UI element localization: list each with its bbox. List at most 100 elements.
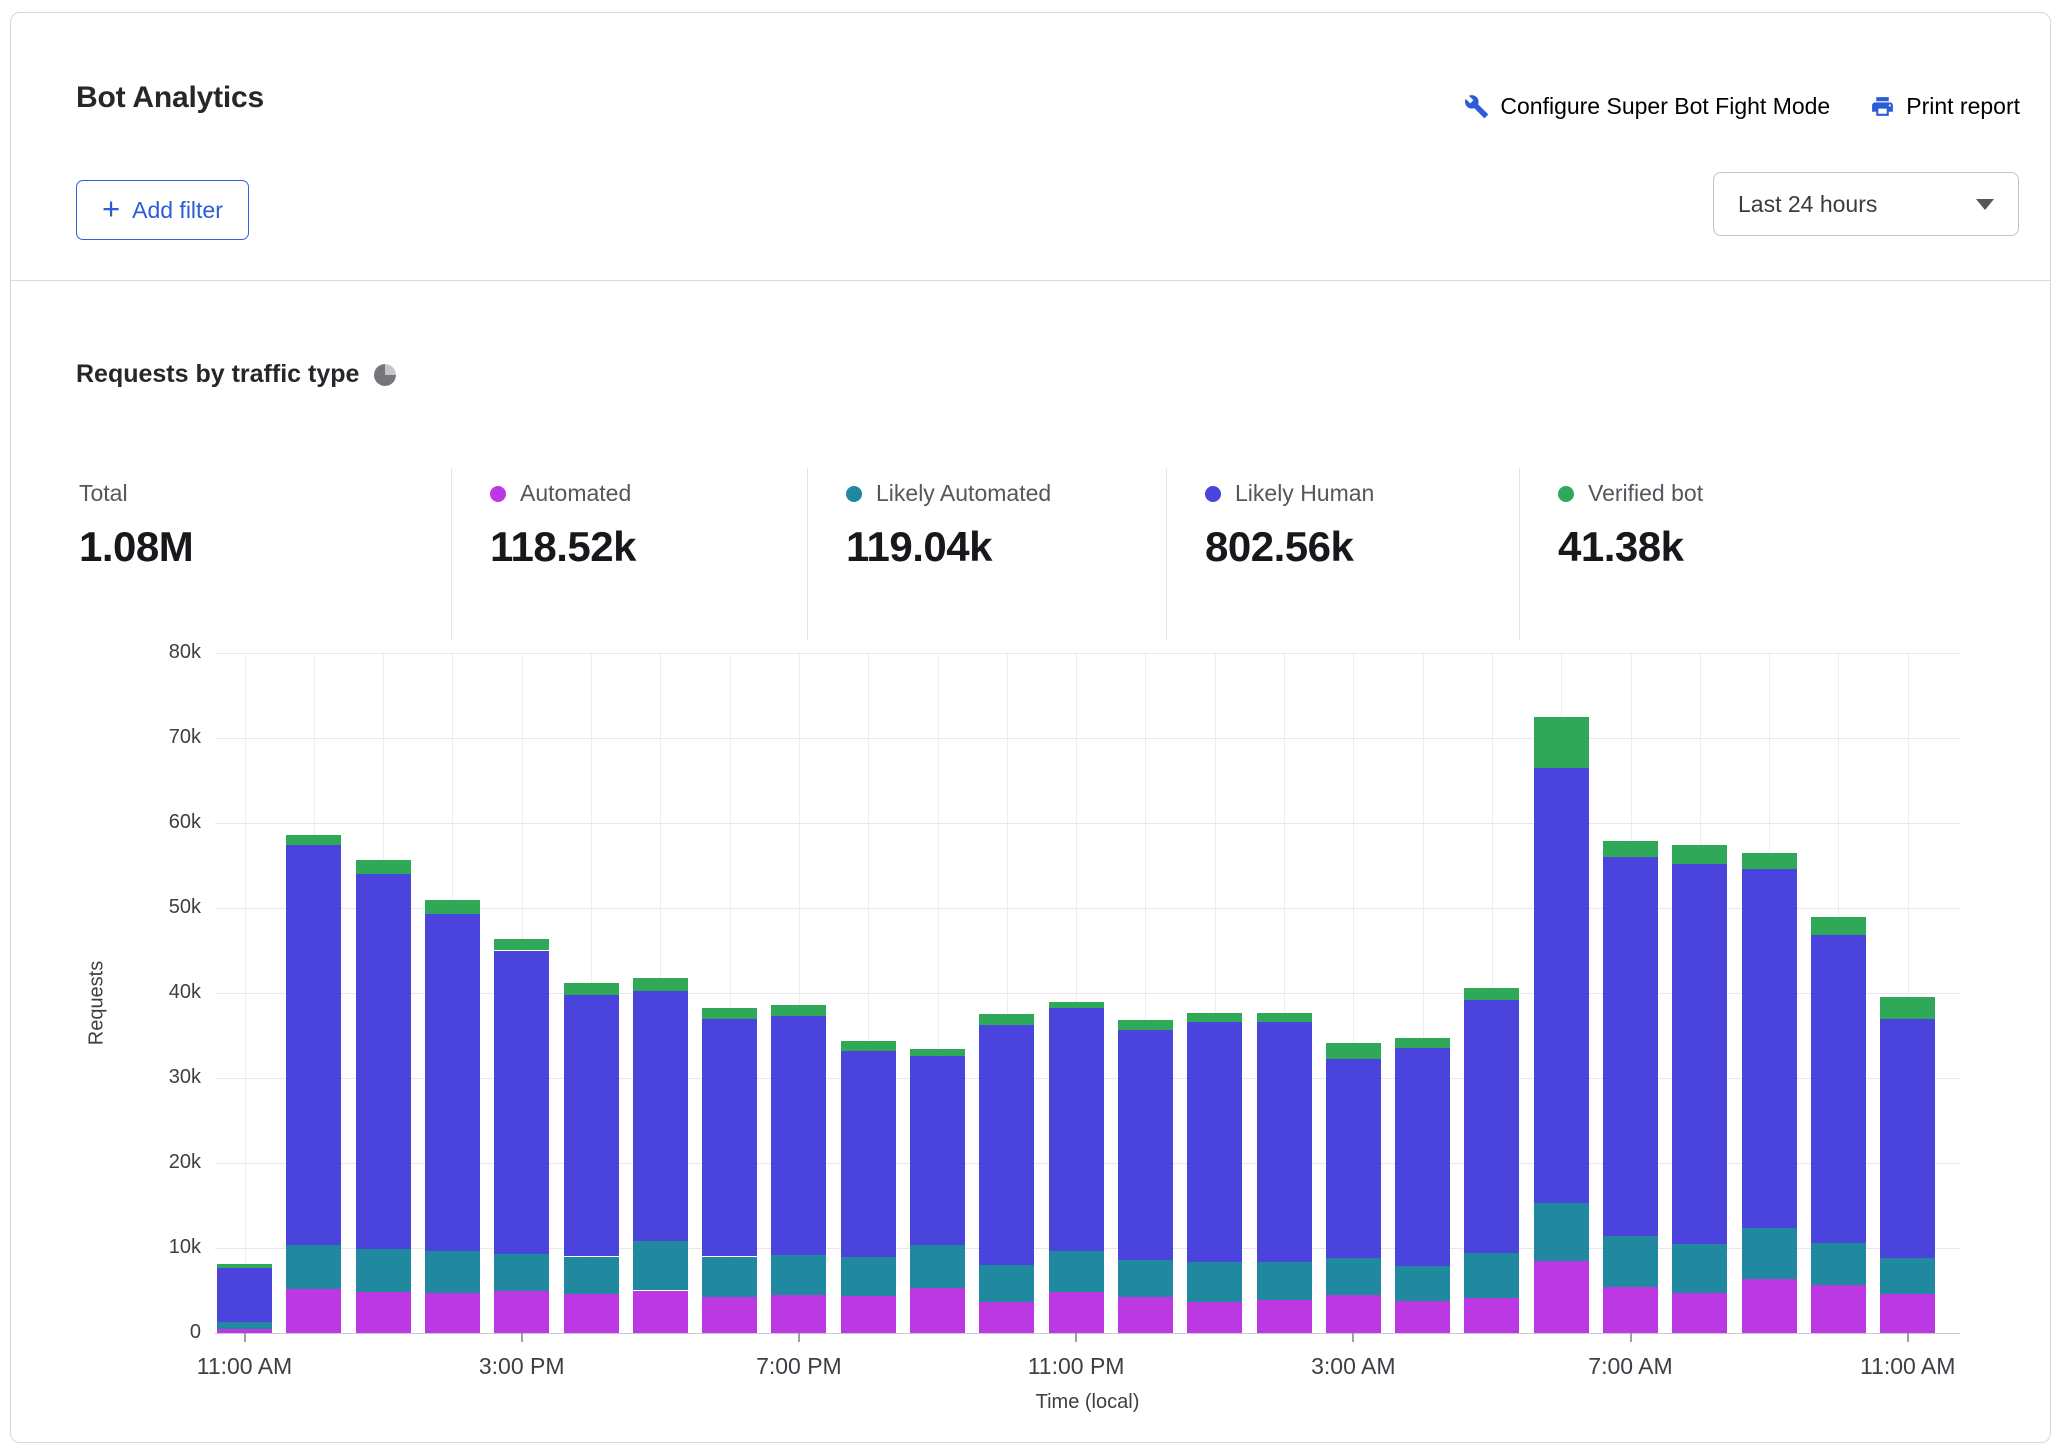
bar-segment-automated[interactable] xyxy=(1742,1279,1797,1333)
bar-segment-verified-bot[interactable] xyxy=(979,1014,1034,1025)
bar-segment-likely-human[interactable] xyxy=(1534,768,1589,1203)
bar-segment-verified-bot[interactable] xyxy=(910,1049,965,1056)
bar-segment-verified-bot[interactable] xyxy=(1049,1002,1104,1009)
bar-segment-likely-automated[interactable] xyxy=(494,1254,549,1291)
bar-segment-likely-automated[interactable] xyxy=(702,1257,757,1298)
bar-segment-likely-human[interactable] xyxy=(1464,1000,1519,1253)
bar-segment-verified-bot[interactable] xyxy=(1326,1043,1381,1059)
bar-segment-likely-automated[interactable] xyxy=(217,1322,272,1329)
bar-segment-automated[interactable] xyxy=(217,1329,272,1333)
bar-segment-likely-automated[interactable] xyxy=(1742,1228,1797,1279)
bar-segment-likely-human[interactable] xyxy=(702,1019,757,1256)
bar-segment-likely-automated[interactable] xyxy=(564,1257,619,1294)
bar-segment-automated[interactable] xyxy=(1257,1300,1312,1333)
bar-segment-automated[interactable] xyxy=(1187,1302,1242,1333)
bar-segment-likely-human[interactable] xyxy=(425,914,480,1251)
bar-segment-verified-bot[interactable] xyxy=(1603,841,1658,857)
bar-segment-likely-automated[interactable] xyxy=(1672,1244,1727,1293)
bar-segment-automated[interactable] xyxy=(1464,1298,1519,1333)
bar-segment-automated[interactable] xyxy=(979,1302,1034,1333)
bar-segment-likely-automated[interactable] xyxy=(841,1257,896,1295)
bar-segment-likely-human[interactable] xyxy=(1811,935,1866,1243)
bar-segment-likely-human[interactable] xyxy=(1257,1022,1312,1262)
bar-segment-likely-automated[interactable] xyxy=(1811,1243,1866,1286)
bar-segment-verified-bot[interactable] xyxy=(1672,845,1727,864)
bar-segment-verified-bot[interactable] xyxy=(702,1008,757,1019)
bar-segment-automated[interactable] xyxy=(494,1291,549,1333)
bar-segment-verified-bot[interactable] xyxy=(1534,717,1589,768)
bar-segment-likely-human[interactable] xyxy=(910,1056,965,1246)
bar-segment-likely-automated[interactable] xyxy=(425,1251,480,1293)
stat-likely-automated[interactable]: Likely Automated119.04k xyxy=(807,468,1166,640)
bar-segment-verified-bot[interactable] xyxy=(1187,1013,1242,1022)
bar-segment-likely-automated[interactable] xyxy=(1257,1262,1312,1300)
bar-segment-verified-bot[interactable] xyxy=(286,835,341,845)
bar-segment-verified-bot[interactable] xyxy=(425,900,480,914)
bar-segment-automated[interactable] xyxy=(1326,1295,1381,1333)
bar-segment-likely-automated[interactable] xyxy=(979,1265,1034,1302)
bar-segment-automated[interactable] xyxy=(425,1293,480,1333)
bar-segment-likely-human[interactable] xyxy=(1742,869,1797,1229)
bar-segment-likely-automated[interactable] xyxy=(1880,1258,1935,1294)
bar-segment-automated[interactable] xyxy=(286,1289,341,1333)
bar-segment-likely-human[interactable] xyxy=(494,951,549,1254)
bar-segment-automated[interactable] xyxy=(841,1296,896,1333)
stat-likely-human[interactable]: Likely Human802.56k xyxy=(1166,468,1519,640)
bar-segment-verified-bot[interactable] xyxy=(494,939,549,950)
bar-segment-likely-automated[interactable] xyxy=(1534,1203,1589,1261)
bar-segment-likely-human[interactable] xyxy=(979,1025,1034,1265)
bar-segment-likely-human[interactable] xyxy=(1880,1019,1935,1258)
bar-segment-likely-human[interactable] xyxy=(633,991,688,1241)
bar-segment-automated[interactable] xyxy=(702,1297,757,1333)
bar-segment-verified-bot[interactable] xyxy=(1118,1020,1173,1030)
bar-segment-likely-automated[interactable] xyxy=(1395,1266,1450,1301)
bar-segment-automated[interactable] xyxy=(910,1288,965,1333)
bar-segment-likely-human[interactable] xyxy=(1395,1048,1450,1266)
bar-segment-likely-human[interactable] xyxy=(1603,857,1658,1236)
bar-segment-verified-bot[interactable] xyxy=(564,983,619,995)
bar-segment-automated[interactable] xyxy=(1811,1285,1866,1333)
add-filter-button[interactable]: + Add filter xyxy=(76,180,249,240)
bar-segment-automated[interactable] xyxy=(1672,1293,1727,1333)
bar-segment-verified-bot[interactable] xyxy=(771,1005,826,1016)
bar-segment-automated[interactable] xyxy=(1049,1292,1104,1333)
bar-segment-verified-bot[interactable] xyxy=(1257,1013,1312,1022)
bar-segment-likely-automated[interactable] xyxy=(1187,1262,1242,1302)
time-range-dropdown[interactable]: Last 24 hours xyxy=(1713,172,2019,236)
stat-automated[interactable]: Automated118.52k xyxy=(451,468,807,640)
configure-super-bot-fight-mode-link[interactable]: Configure Super Bot Fight Mode xyxy=(1464,93,1830,120)
bar-segment-verified-bot[interactable] xyxy=(841,1041,896,1050)
bar-segment-likely-human[interactable] xyxy=(564,995,619,1257)
bar-segment-verified-bot[interactable] xyxy=(356,860,411,874)
bar-segment-likely-automated[interactable] xyxy=(771,1255,826,1295)
bar-segment-likely-human[interactable] xyxy=(286,845,341,1245)
bar-segment-verified-bot[interactable] xyxy=(633,978,688,992)
bar-segment-automated[interactable] xyxy=(1118,1297,1173,1333)
bar-segment-automated[interactable] xyxy=(356,1292,411,1333)
bar-segment-automated[interactable] xyxy=(564,1294,619,1333)
bar-segment-likely-automated[interactable] xyxy=(356,1249,411,1292)
bar-segment-likely-human[interactable] xyxy=(356,874,411,1249)
bar-segment-likely-human[interactable] xyxy=(1326,1059,1381,1258)
bar-segment-likely-automated[interactable] xyxy=(1326,1258,1381,1295)
bar-segment-likely-human[interactable] xyxy=(1118,1030,1173,1260)
bar-segment-likely-automated[interactable] xyxy=(633,1241,688,1290)
bar-segment-likely-automated[interactable] xyxy=(1603,1236,1658,1287)
bar-segment-likely-automated[interactable] xyxy=(910,1245,965,1288)
bar-segment-likely-human[interactable] xyxy=(217,1268,272,1322)
bar-segment-automated[interactable] xyxy=(771,1295,826,1333)
stat-verified-bot[interactable]: Verified bot41.38k xyxy=(1519,468,1879,640)
bar-segment-automated[interactable] xyxy=(1534,1261,1589,1333)
bar-segment-likely-human[interactable] xyxy=(1049,1008,1104,1251)
bar-segment-verified-bot[interactable] xyxy=(217,1264,272,1267)
bar-segment-automated[interactable] xyxy=(633,1291,688,1334)
bar-segment-likely-automated[interactable] xyxy=(1464,1253,1519,1298)
bar-segment-likely-human[interactable] xyxy=(841,1051,896,1258)
bar-segment-likely-automated[interactable] xyxy=(286,1245,341,1289)
bar-segment-automated[interactable] xyxy=(1603,1287,1658,1333)
print-report-link[interactable]: Print report xyxy=(1870,93,2020,120)
bar-segment-verified-bot[interactable] xyxy=(1464,988,1519,1000)
bar-segment-verified-bot[interactable] xyxy=(1880,997,1935,1019)
bar-segment-likely-human[interactable] xyxy=(771,1016,826,1255)
bar-segment-verified-bot[interactable] xyxy=(1395,1038,1450,1048)
